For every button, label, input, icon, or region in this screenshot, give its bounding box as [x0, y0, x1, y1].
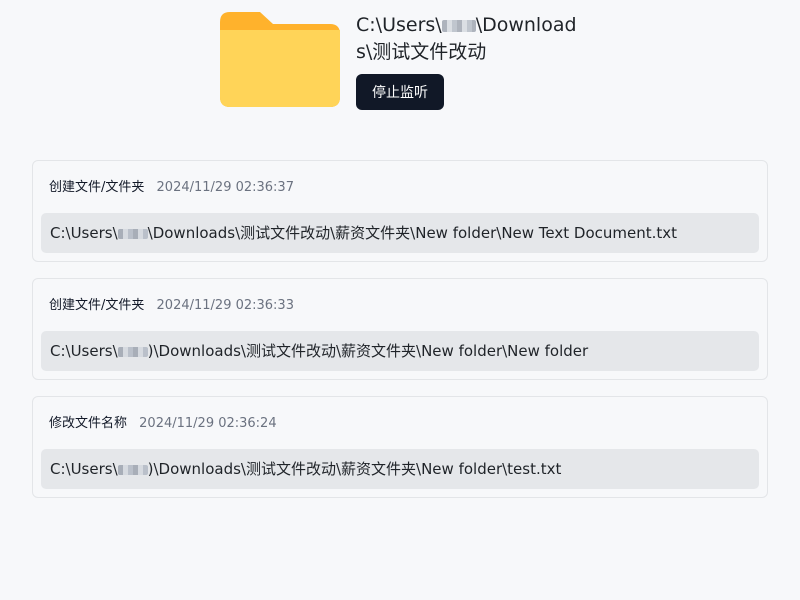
- log-path: C:\Users\ )\Downloads\测试文件改动\薪资文件夹\New fo…: [41, 449, 759, 489]
- log-meta: 修改文件名称 2024/11/29 02:36:24: [49, 415, 277, 433]
- log-action: 创建文件/文件夹: [49, 180, 145, 195]
- path-prefix: C:\Users\: [50, 460, 118, 478]
- path-prefix: C:\Users\: [50, 342, 118, 360]
- watch-header: C:\Users\ \Downloads\测试文件改动 停止监听: [220, 12, 620, 112]
- redacted-username: [441, 19, 476, 32]
- stop-monitoring-button[interactable]: 停止监听: [356, 74, 444, 110]
- log-meta: 创建文件/文件夹 2024/11/29 02:36:33: [49, 297, 294, 315]
- file-watcher-window: C:\Users\ \Downloads\测试文件改动 停止监听 创建文件/文件夹…: [0, 0, 800, 600]
- log-action: 修改文件名称: [49, 416, 128, 431]
- log-path: C:\Users\ \Downloads\测试文件改动\薪资文件夹\New fol…: [41, 213, 759, 253]
- log-action: 创建文件/文件夹: [49, 298, 145, 313]
- path-suffix: )\Downloads\测试文件改动\薪资文件夹\New folder\test…: [147, 460, 562, 478]
- log-time: 2024/11/29 02:36:37: [156, 180, 294, 195]
- log-time: 2024/11/29 02:36:24: [139, 416, 277, 431]
- log-path: C:\Users\ )\Downloads\测试文件改动\薪资文件夹\New fo…: [41, 331, 759, 371]
- path-suffix: \Downloads\测试文件改动\薪资文件夹\New folder\New T…: [147, 224, 678, 242]
- log-meta: 创建文件/文件夹 2024/11/29 02:36:37: [49, 179, 294, 197]
- log-entry: 创建文件/文件夹 2024/11/29 02:36:37 C:\Users\ \D…: [32, 160, 768, 262]
- path-prefix: C:\Users\: [50, 224, 118, 242]
- path-suffix: )\Downloads\测试文件改动\薪资文件夹\New folder\New …: [147, 342, 589, 360]
- log-entry: 创建文件/文件夹 2024/11/29 02:36:33 C:\Users\ )\…: [32, 278, 768, 380]
- redacted-username: [117, 228, 148, 239]
- log-entry: 修改文件名称 2024/11/29 02:36:24 C:\Users\ )\Do…: [32, 396, 768, 498]
- redacted-username: [117, 464, 148, 475]
- redacted-username: [117, 346, 148, 357]
- watched-folder-path: C:\Users\ \Downloads\测试文件改动: [356, 12, 586, 66]
- log-time: 2024/11/29 02:36:33: [156, 298, 294, 313]
- path-prefix: C:\Users\: [356, 14, 442, 36]
- change-log-list: 创建文件/文件夹 2024/11/29 02:36:37 C:\Users\ \D…: [32, 160, 768, 514]
- folder-icon: [220, 12, 340, 107]
